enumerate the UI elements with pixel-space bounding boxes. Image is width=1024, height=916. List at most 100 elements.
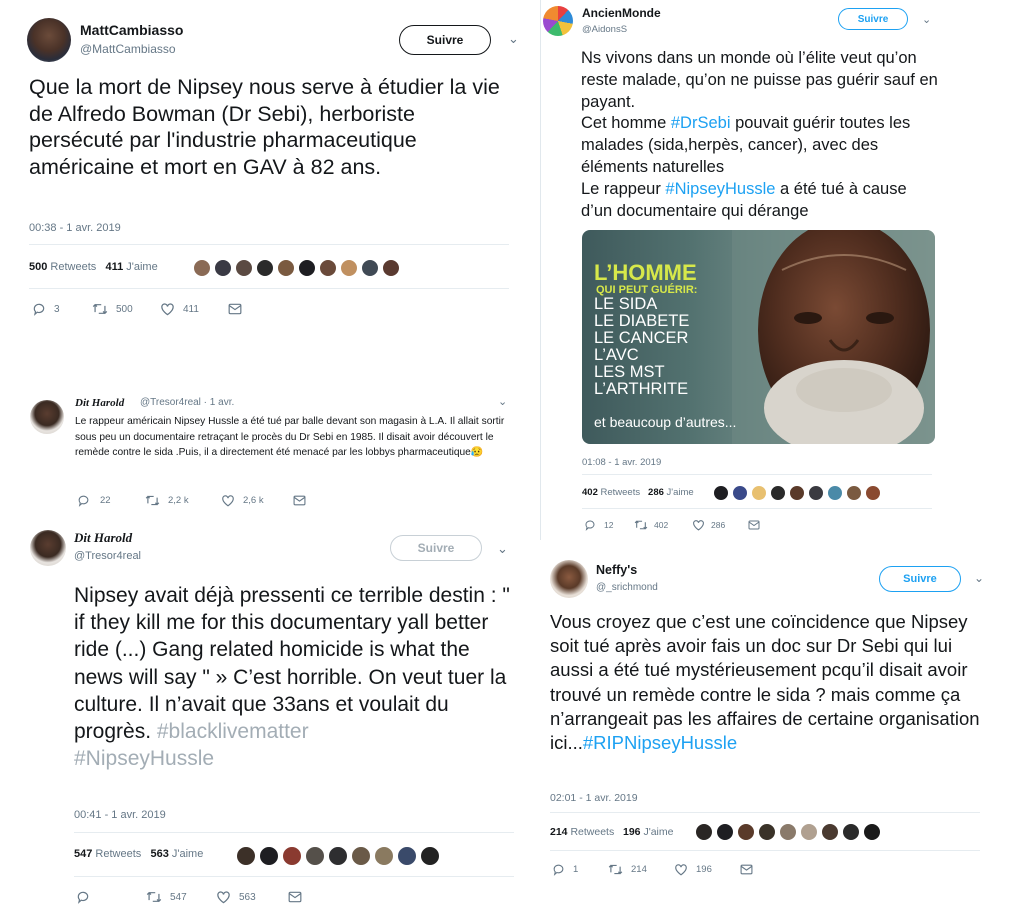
- follow-button[interactable]: Suivre: [879, 566, 961, 592]
- retweet-button[interactable]: 500: [92, 302, 160, 316]
- avatar[interactable]: [846, 485, 862, 501]
- chevron-down-icon[interactable]: ⌄: [498, 395, 507, 408]
- avatar[interactable]: [340, 259, 358, 277]
- retweet-button[interactable]: 402: [634, 519, 692, 531]
- retweet-count[interactable]: 402: [582, 487, 598, 498]
- author-name[interactable]: Dit Harold: [75, 397, 124, 409]
- author-handle[interactable]: @Tresor4real · 1 avr.: [140, 397, 234, 408]
- hashtag-link[interactable]: #RIPNipseyHussle: [583, 732, 737, 753]
- avatar[interactable]: [259, 846, 279, 866]
- like-button[interactable]: 286: [692, 519, 748, 531]
- reply-icon: [553, 864, 564, 876]
- avatar[interactable]: [361, 259, 379, 277]
- avatar[interactable]: [758, 823, 776, 841]
- message-button[interactable]: [228, 303, 242, 315]
- hashtag-link[interactable]: #blacklivematter: [157, 720, 309, 743]
- hashtag-link[interactable]: #NipseyHussle: [74, 747, 214, 770]
- avatar[interactable]: [420, 846, 440, 866]
- author-name[interactable]: MattCambiasso: [80, 22, 183, 38]
- avatar[interactable]: [770, 485, 786, 501]
- avatar[interactable]: [808, 485, 824, 501]
- tweet-timestamp[interactable]: 02:01 - 1 avr. 2019: [550, 792, 638, 804]
- retweet-button[interactable]: 2,2 k: [145, 494, 221, 507]
- chevron-down-icon[interactable]: ⌄: [974, 571, 984, 585]
- author-handle[interactable]: @AidonsS: [582, 24, 627, 35]
- retweet-button[interactable]: 547: [146, 890, 216, 904]
- avatar[interactable]: [282, 846, 302, 866]
- chevron-down-icon[interactable]: ⌄: [508, 31, 519, 47]
- tweet-timestamp[interactable]: 00:41 - 1 avr. 2019: [74, 809, 166, 821]
- avatar[interactable]: [827, 485, 843, 501]
- message-button[interactable]: [748, 520, 760, 530]
- follow-button[interactable]: Suivre: [390, 535, 482, 561]
- author-name[interactable]: Neffy's: [596, 563, 637, 577]
- author-handle[interactable]: @_srichmond: [596, 582, 658, 593]
- avatar[interactable]: [713, 485, 729, 501]
- avatar[interactable]: [328, 846, 348, 866]
- retweet-button[interactable]: 214: [608, 863, 674, 876]
- author-name[interactable]: Dit Harold: [74, 530, 132, 546]
- retweet-count[interactable]: 500: [29, 261, 47, 273]
- avatar[interactable]: [214, 259, 232, 277]
- author-handle[interactable]: @Tresor4real: [74, 550, 141, 562]
- avatar[interactable]: [30, 400, 64, 434]
- like-button[interactable]: 411: [160, 302, 228, 316]
- avatar[interactable]: [737, 823, 755, 841]
- tweet-timestamp[interactable]: 00:38 - 1 avr. 2019: [29, 222, 121, 234]
- hashtag-link[interactable]: #DrSebi: [671, 114, 731, 132]
- avatar[interactable]: [779, 823, 797, 841]
- avatar[interactable]: [397, 846, 417, 866]
- avatar[interactable]: [732, 485, 748, 501]
- avatar[interactable]: [716, 823, 734, 841]
- like-button[interactable]: 2,6 k: [221, 494, 293, 507]
- avatar[interactable]: [305, 846, 325, 866]
- avatar[interactable]: [543, 6, 573, 36]
- avatar[interactable]: [800, 823, 818, 841]
- retweet-count[interactable]: 214: [550, 826, 568, 838]
- message-button[interactable]: [293, 495, 306, 506]
- avatar[interactable]: [842, 823, 860, 841]
- avatar[interactable]: [863, 823, 881, 841]
- hashtag-link[interactable]: #NipseyHussle: [665, 180, 775, 198]
- chevron-down-icon[interactable]: ⌄: [497, 541, 508, 557]
- like-count[interactable]: 286: [648, 487, 664, 498]
- avatar[interactable]: [351, 846, 371, 866]
- avatar[interactable]: [821, 823, 839, 841]
- like-count[interactable]: 196: [623, 826, 641, 838]
- follow-button[interactable]: Suivre: [399, 25, 491, 55]
- avatar[interactable]: [235, 259, 253, 277]
- avatar[interactable]: [193, 259, 211, 277]
- avatar[interactable]: [382, 259, 400, 277]
- avatar[interactable]: [751, 485, 767, 501]
- avatar[interactable]: [256, 259, 274, 277]
- avatar[interactable]: [374, 846, 394, 866]
- avatar[interactable]: [695, 823, 713, 841]
- reply-button[interactable]: 1: [552, 863, 608, 876]
- reply-button[interactable]: 22: [77, 494, 145, 507]
- like-button[interactable]: 563: [216, 890, 288, 904]
- reply-button[interactable]: 12: [584, 519, 634, 531]
- like-button[interactable]: 196: [674, 863, 740, 876]
- avatar[interactable]: [277, 259, 295, 277]
- message-button[interactable]: [740, 864, 753, 875]
- author-handle[interactable]: @MattCambiasso: [80, 42, 176, 56]
- avatar[interactable]: [550, 560, 588, 598]
- avatar[interactable]: [789, 485, 805, 501]
- like-count[interactable]: 563: [150, 848, 168, 860]
- message-button[interactable]: [288, 891, 302, 903]
- avatar[interactable]: [319, 259, 337, 277]
- author-name[interactable]: AncienMonde: [582, 6, 661, 20]
- avatar[interactable]: [298, 259, 316, 277]
- avatar[interactable]: [236, 846, 256, 866]
- tweet-media[interactable]: L’HOMME QUI PEUT GUÉRIR: LE SIDA LE DIAB…: [582, 230, 935, 444]
- follow-button[interactable]: Suivre: [838, 8, 908, 30]
- avatar[interactable]: [27, 18, 71, 62]
- retweet-count[interactable]: 547: [74, 848, 92, 860]
- reply-button[interactable]: 3: [32, 302, 92, 316]
- avatar[interactable]: [30, 530, 66, 566]
- like-count[interactable]: 411: [105, 261, 123, 273]
- tweet-timestamp[interactable]: 01:08 - 1 avr. 2019: [582, 457, 661, 468]
- reply-button[interactable]: [76, 890, 146, 904]
- avatar[interactable]: [865, 485, 881, 501]
- chevron-down-icon[interactable]: ⌄: [922, 13, 931, 26]
